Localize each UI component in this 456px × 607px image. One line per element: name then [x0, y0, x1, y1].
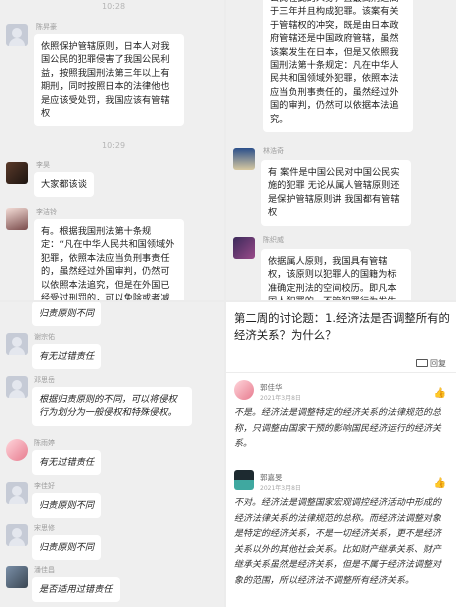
commenter-name: 郭佳华 — [260, 383, 283, 392]
message-bubble[interactable]: 公民在此的人身，且最高刑远高于三年并且构成犯罪。该案有关于管辖权的冲突，既是由日… — [263, 0, 413, 133]
chat-panel-top-right: 公民在此的人身，且最高刑远高于三年并且构成犯罪。该案有关于管辖权的冲突，既是由日… — [226, 0, 456, 300]
comment-date: 2021年3月8日 — [260, 485, 301, 492]
comment-text: 不对。经济法是调整国家宏观调控经济活动中形成的经济法律关系的法律规范的总称。而经… — [234, 498, 442, 586]
sender-name: 李昊 — [36, 161, 50, 169]
message-bubble[interactable]: 归责原则不同 — [32, 493, 102, 519]
chat-panel-top-left: 10:28 陈昇豪 依照保护管辖原则，日本人对我国公民的犯罪侵害了我国公民利益，… — [0, 0, 224, 300]
commenter-name: 郭嘉旻 — [260, 473, 283, 482]
avatar[interactable] — [6, 333, 28, 355]
message-bubble[interactable]: 有 案件是中国公民对中国公民实施的犯罪 无论从属人管辖原则还是保护管辖原则讲 我… — [261, 160, 411, 226]
timestamp: 10:28 — [102, 2, 126, 11]
chat-panel-bottom-left: 归责原则不同 谢宗佑 有无过错责任 邓思岳 根据归责原则的不同，可以将侵权行为划… — [0, 302, 224, 607]
comment-text: 不是。经济法是调整特定的经济关系的法律规范的总称，只调整由国家干预的影响国民经济… — [234, 408, 442, 449]
avatar[interactable] — [6, 208, 28, 230]
sender-name: 邓思岳 — [34, 376, 55, 384]
message-bubble[interactable]: 依照保护管辖原则，日本人对我国公民的犯罪侵害了我国公民利益，按照我国刑法第三年以… — [34, 34, 184, 127]
like-icon[interactable]: 👍 — [434, 388, 446, 399]
message-bubble[interactable]: 大家都该谈 — [34, 172, 94, 198]
reply-label: 回复 — [430, 359, 446, 368]
sender-name: 谢宗佑 — [34, 333, 55, 341]
sender-name: 林浩奇 — [263, 147, 284, 155]
message-bubble[interactable]: 有无过错责任 — [32, 450, 102, 476]
avatar[interactable] — [6, 376, 28, 398]
avatar[interactable] — [6, 162, 28, 184]
sender-name: 李佳好 — [34, 482, 55, 490]
message-bubble[interactable]: 归责原则不同 — [32, 302, 102, 327]
sender-name: 李洁铃 — [36, 208, 57, 216]
avatar[interactable] — [234, 470, 254, 490]
avatar[interactable] — [233, 148, 255, 170]
timestamp: 10:29 — [102, 141, 126, 150]
avatar[interactable] — [6, 439, 28, 461]
reply-button[interactable]: 回复 — [416, 358, 446, 369]
avatar[interactable] — [234, 380, 254, 400]
message-bubble[interactable]: 是否适用过错责任 — [32, 577, 120, 603]
message-bubble[interactable]: 归责原则不同 — [32, 535, 102, 561]
sender-name: 陈雨婷 — [34, 439, 55, 447]
discussion-panel: 第二周的讨论题：1.经济法是否调整所有的经济关系？为什么？ 回复 郭佳华 202… — [226, 302, 456, 607]
discussion-question: 第二周的讨论题：1.经济法是否调整所有的经济关系？为什么？ — [234, 311, 450, 342]
avatar[interactable] — [6, 566, 28, 588]
avatar[interactable] — [6, 24, 28, 46]
avatar[interactable] — [6, 524, 28, 546]
comment-date: 2021年3月8日 — [260, 395, 301, 402]
like-icon[interactable]: 👍 — [434, 478, 446, 489]
message-bubble[interactable]: 有。根据我国刑法第十条规定：“凡在中华人民共和国领域外犯罪，依照本法应当负刑事责… — [34, 219, 184, 300]
sender-name: 潘佳昌 — [34, 566, 55, 574]
sender-name: 陈昇豪 — [36, 23, 57, 31]
sender-name: 陈织威 — [263, 236, 284, 244]
sender-name: 宋思修 — [34, 524, 55, 532]
message-bubble[interactable]: 依据属人原则，我国具有管辖权，该原则以犯罪人的国籍为标准确定刑法的空间校历。即凡… — [261, 249, 411, 300]
message-bubble[interactable]: 根据归责原则的不同，可以将侵权行为划分为一般侵权和特殊侵权。 — [32, 387, 192, 426]
divider — [226, 372, 456, 373]
avatar[interactable] — [233, 237, 255, 259]
reply-icon — [416, 359, 428, 367]
message-bubble[interactable]: 有无过错责任 — [32, 344, 102, 370]
avatar[interactable] — [6, 482, 28, 504]
